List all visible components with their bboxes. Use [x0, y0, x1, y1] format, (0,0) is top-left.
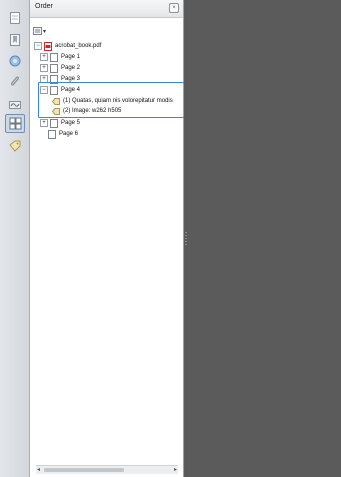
- signatures-button[interactable]: [5, 94, 25, 113]
- tree-item-label: (1) Quatas, quiam nis volorepitatur modi…: [63, 98, 173, 104]
- layers-button[interactable]: [5, 51, 25, 70]
- tree-item-label: (2) Image: w262 h505: [63, 108, 122, 114]
- tag-icon: [52, 107, 60, 115]
- tree-item-label: Page 4: [61, 87, 81, 93]
- tree-item-tag-2[interactable]: (2) Image: w262 h505: [52, 106, 121, 116]
- expand-toggle[interactable]: +: [40, 119, 48, 127]
- panel-close-button[interactable]: ×: [169, 3, 179, 13]
- scroll-right-arrow[interactable]: ▸: [174, 466, 177, 473]
- expand-toggle[interactable]: +: [40, 64, 48, 72]
- tree-item-page-1[interactable]: + Page 1: [40, 52, 80, 62]
- chevron-down-icon: ▾: [43, 28, 47, 35]
- page-icon: [50, 52, 58, 62]
- collapse-toggle[interactable]: −: [34, 42, 42, 50]
- splitter-grip[interactable]: [185, 232, 187, 246]
- page-icon: [50, 118, 58, 128]
- panel-header: Order ×: [30, 0, 183, 18]
- signatures-icon: [9, 100, 21, 109]
- tag-icon: [52, 97, 60, 105]
- tree-root-label: acrobat_book.pdf: [55, 43, 102, 49]
- expand-toggle[interactable]: +: [40, 53, 48, 61]
- tree-item-label: Page 2: [61, 65, 81, 71]
- pdf-file-icon: [44, 41, 52, 51]
- panel-toolbar: ▾: [30, 26, 183, 38]
- page-icon: [50, 63, 58, 73]
- tree-item-page-6[interactable]: Page 6: [48, 129, 78, 139]
- scroll-left-arrow[interactable]: ◂: [37, 466, 40, 473]
- page-thumbnails-button[interactable]: [5, 8, 25, 27]
- tags-button[interactable]: [5, 136, 25, 155]
- tree-item-tag-1[interactable]: (1) Quatas, quiam nis volorepitatur modi…: [52, 96, 173, 106]
- tree-item-page-4[interactable]: − Page 4: [40, 85, 80, 95]
- tags-icon: [9, 140, 21, 152]
- tree-item-page-5[interactable]: + Page 5: [40, 118, 80, 128]
- page-thumbnails-icon: [10, 11, 20, 24]
- collapse-toggle[interactable]: −: [40, 86, 48, 94]
- horizontal-scrollbar[interactable]: ◂ ▸: [36, 465, 178, 474]
- tree-item-label: Page 1: [61, 54, 81, 60]
- layers-icon: [9, 55, 21, 66]
- navigation-toolstrip: [0, 0, 30, 477]
- attachments-button[interactable]: [5, 71, 25, 90]
- document-area[interactable]: [188, 0, 341, 477]
- tree-root-item[interactable]: − acrobat_book.pdf: [34, 41, 101, 51]
- panel-title: Order: [35, 3, 53, 10]
- order-panel-button[interactable]: [5, 114, 25, 133]
- page-icon: [48, 129, 56, 139]
- attachments-icon: [11, 75, 19, 86]
- options-menu-button[interactable]: ▾: [33, 26, 46, 36]
- tree-item-page-2[interactable]: + Page 2: [40, 63, 80, 73]
- page-icon: [50, 85, 58, 95]
- bookmarks-button[interactable]: [5, 30, 25, 49]
- bookmarks-icon: [10, 33, 20, 46]
- tree-item-label: Page 6: [59, 131, 79, 137]
- options-icon: [33, 27, 42, 35]
- scrollbar-thumb[interactable]: [44, 468, 124, 472]
- tree-item-label: Page 5: [61, 120, 81, 126]
- order-panel: Order × ▾ − acrobat_book.pdf + Page 1 + …: [30, 0, 186, 477]
- order-panel-icon: [9, 117, 21, 130]
